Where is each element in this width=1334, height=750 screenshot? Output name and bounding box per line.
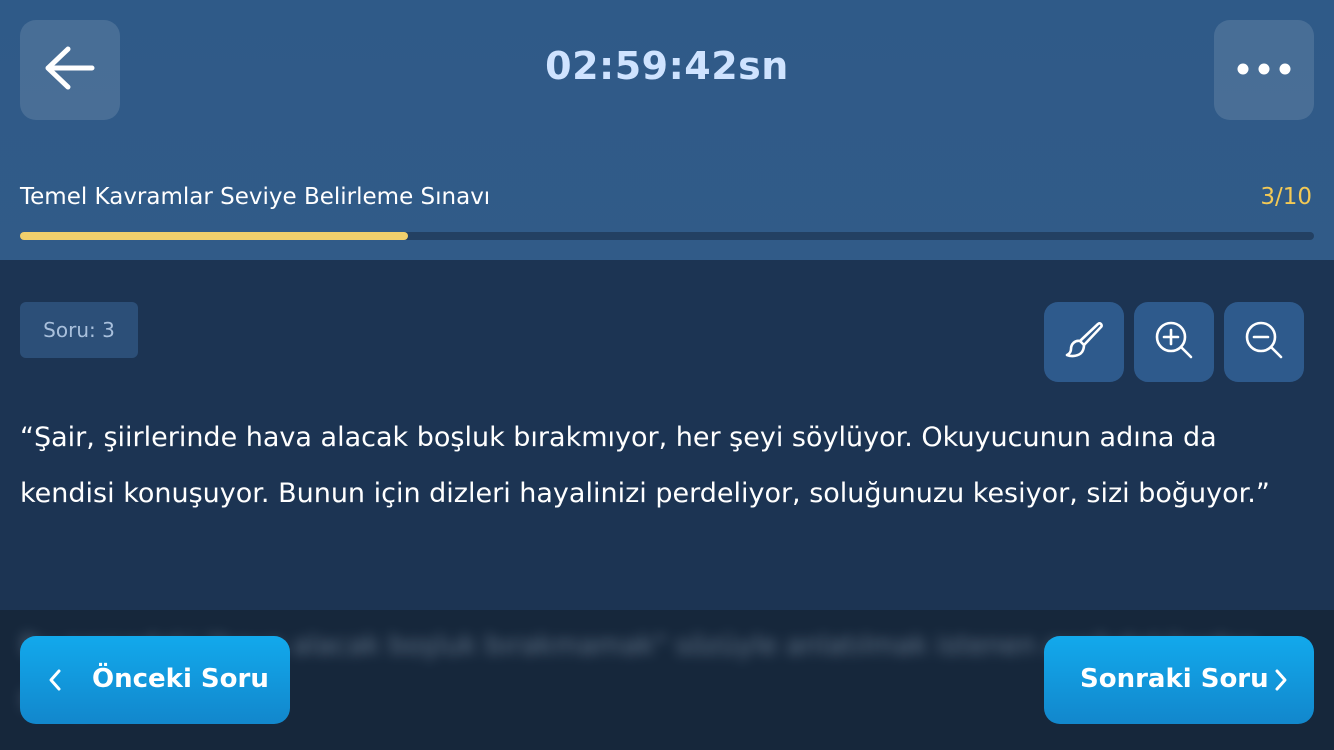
chevron-left-icon — [48, 668, 62, 699]
chevron-right-icon — [1274, 668, 1288, 699]
question-number-badge: Soru: 3 — [20, 302, 138, 358]
exam-title: Temel Kavramlar Seviye Belirleme Sınavı — [20, 184, 491, 210]
question-area: Soru: 3 “Şair, şiirlerinde hava alacak b… — [0, 260, 1334, 610]
brush-button[interactable] — [1044, 302, 1124, 382]
zoom-in-button[interactable] — [1134, 302, 1214, 382]
progress-fill — [20, 232, 409, 240]
next-question-button[interactable]: Sonraki Soru — [1044, 636, 1314, 724]
question-text: “Şair, şiirlerinde hava alacak boşluk bı… — [20, 422, 1270, 509]
zoom-in-icon — [1152, 318, 1196, 366]
previous-question-label: Önceki Soru — [92, 664, 269, 694]
ellipsis-icon — [1236, 61, 1292, 80]
question-counter: 3/10 — [1260, 184, 1312, 210]
zoom-out-icon — [1242, 318, 1286, 366]
zoom-out-button[interactable] — [1224, 302, 1304, 382]
timer: 02:59:42sn — [545, 44, 789, 88]
paintbrush-icon — [1062, 318, 1106, 366]
progress-bar — [20, 232, 1314, 240]
header: 02:59:42sn Temel Kavramlar Seviye Belirl… — [0, 0, 1334, 260]
more-options-button[interactable] — [1214, 20, 1314, 120]
previous-question-button[interactable]: Önceki Soru — [20, 636, 290, 724]
footer-nav: Bu parçadaki "hava alacak boşluk bırakma… — [0, 610, 1334, 750]
next-question-label: Sonraki Soru — [1080, 664, 1269, 694]
